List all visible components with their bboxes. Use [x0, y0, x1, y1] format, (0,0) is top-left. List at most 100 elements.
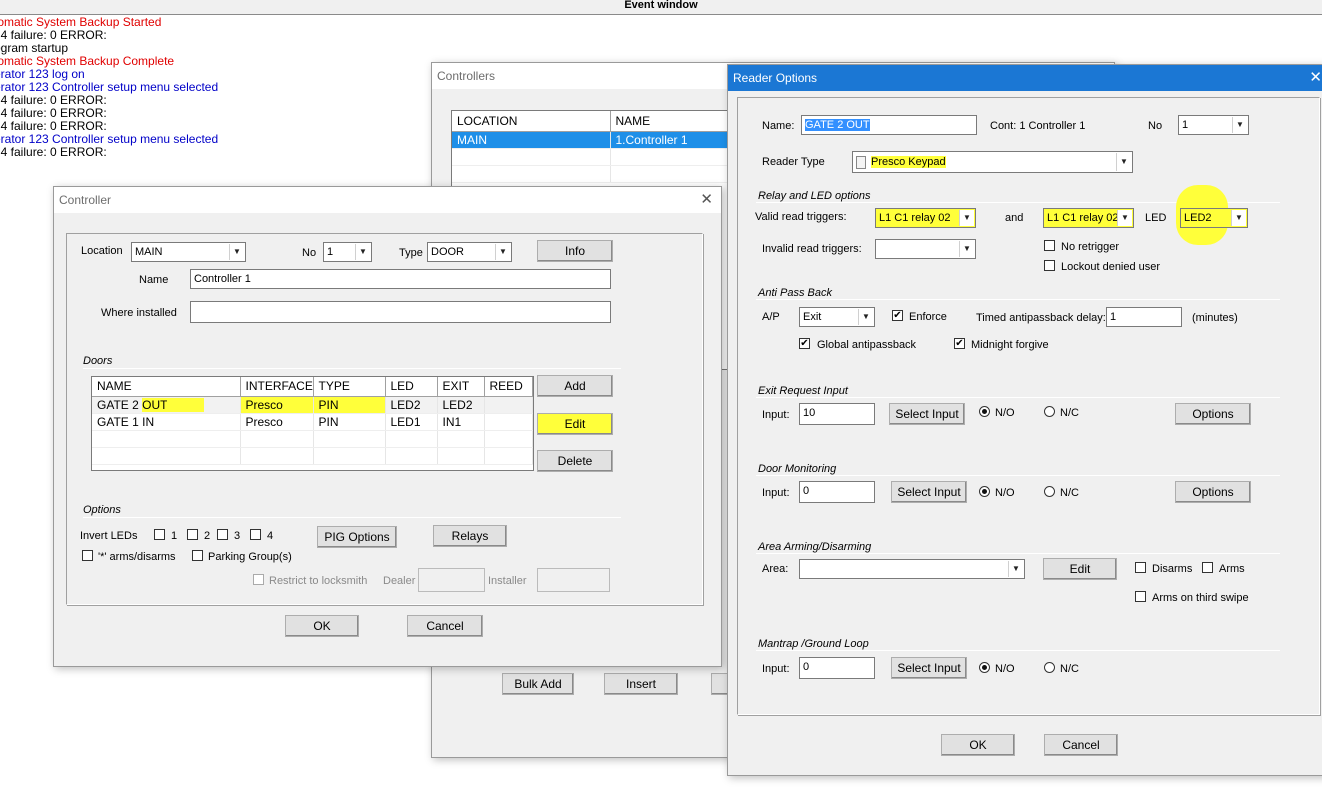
led-select[interactable]: LED2 ▼	[1180, 208, 1248, 228]
area-edit-button[interactable]: Edit	[1043, 558, 1117, 580]
table-row[interactable]: GATE 2 OUT Presco PIN LED2 LED2	[92, 396, 533, 414]
door-row-interface: Presco	[240, 396, 314, 414]
invert-led-3-checkbox[interactable]	[217, 529, 228, 540]
location-select[interactable]: MAIN ▼	[131, 242, 246, 262]
delete-button[interactable]: Delete	[537, 450, 613, 472]
exit-select-input-button[interactable]: Select Input	[889, 403, 965, 425]
doors-divider	[83, 368, 621, 369]
doors-col-exit[interactable]: EXIT	[437, 377, 485, 397]
edit-button[interactable]: Edit	[537, 413, 613, 435]
mantrap-nc-label: N/C	[1060, 663, 1079, 675]
minutes-label: (minutes)	[1192, 312, 1238, 324]
chevron-down-icon: ▼	[959, 241, 974, 257]
mantrap-nc-radio[interactable]	[1044, 662, 1055, 673]
door-input-field[interactable]: 0	[799, 481, 875, 503]
valid-triggers-label: Valid read triggers:	[755, 211, 847, 223]
doors-col-name[interactable]: NAME	[92, 377, 241, 397]
exit-options-button[interactable]: Options	[1175, 403, 1251, 425]
enforce-checkbox[interactable]: ✔	[892, 310, 903, 321]
exit-no-label: N/O	[995, 407, 1015, 419]
and-triggers-select[interactable]: L1 C1 relay 02 ▼	[1043, 208, 1134, 228]
insert-button[interactable]: Insert	[604, 673, 678, 695]
exit-nc-radio[interactable]	[1044, 406, 1055, 417]
pig-options-button[interactable]: PIG Options	[317, 526, 397, 548]
controller-cancel-button[interactable]: Cancel	[407, 615, 483, 637]
add-button[interactable]: Add	[537, 375, 613, 397]
invert-led-4-checkbox[interactable]	[250, 529, 261, 540]
door-nc-radio[interactable]	[1044, 486, 1055, 497]
reader-name-field[interactable]: GATE 2 OUT	[801, 115, 977, 135]
door-row-reed	[484, 413, 533, 431]
led-label: LED	[1145, 212, 1167, 224]
no-retrigger-checkbox[interactable]	[1044, 240, 1055, 251]
lockout-label: Lockout denied user	[1061, 261, 1161, 273]
controller-dialog: Controller ✕ Location MAIN ▼ No 1 ▼ Type D…	[53, 186, 722, 667]
close-icon[interactable]: ✕	[700, 187, 713, 213]
reader-no-select[interactable]: 1 ▼	[1178, 115, 1249, 135]
exit-no-radio[interactable]	[979, 406, 990, 417]
log-line: : 4 failure: 0 ERROR:	[0, 146, 107, 159]
door-monitoring-section-title: Door Monitoring	[758, 463, 837, 475]
mantrap-no-radio[interactable]	[979, 662, 990, 673]
mantrap-input-field[interactable]: 0	[799, 657, 875, 679]
area-divider	[756, 553, 1280, 554]
reader-no-value: 1	[1182, 119, 1189, 131]
door-options-button[interactable]: Options	[1175, 481, 1251, 503]
doors-col-reed[interactable]: REED	[484, 377, 533, 397]
controllers-col-location[interactable]: LOCATION	[452, 111, 611, 132]
dealer-field[interactable]	[418, 568, 485, 592]
reader-cancel-button[interactable]: Cancel	[1044, 734, 1118, 756]
arms-disarms-checkbox[interactable]	[82, 550, 93, 561]
restrict-locksmith-checkbox[interactable]	[253, 574, 264, 585]
timed-apb-field[interactable]: 1	[1106, 307, 1182, 327]
reader-ok-button[interactable]: OK	[941, 734, 1015, 756]
door-monitoring-divider	[756, 475, 1280, 476]
global-apb-checkbox[interactable]: ✔	[799, 338, 810, 349]
table-row[interactable]: MAIN 1.Controller 1	[452, 131, 750, 149]
type-select[interactable]: DOOR ▼	[427, 242, 512, 262]
where-installed-field[interactable]	[190, 301, 611, 323]
doors-table: NAME INTERFACE TYPE LED EXIT REED GATE 2…	[91, 376, 534, 471]
controller-ok-button[interactable]: OK	[285, 615, 359, 637]
doors-col-interface[interactable]: INTERFACE	[240, 377, 314, 397]
name-field[interactable]: Controller 1	[190, 269, 611, 289]
reader-type-select[interactable]: Presco Keypad ▼	[852, 151, 1133, 173]
door-no-radio[interactable]	[979, 486, 990, 497]
invert-led-1-checkbox[interactable]	[154, 529, 165, 540]
mantrap-input-label: Input:	[762, 663, 790, 675]
valid-triggers-select[interactable]: L1 C1 relay 02 ▼	[875, 208, 976, 228]
installer-field[interactable]	[537, 568, 610, 592]
door-input-label: Input:	[762, 487, 790, 499]
door-row-exit: IN1	[437, 413, 485, 431]
mantrap-select-input-button[interactable]: Select Input	[891, 657, 967, 679]
doors-col-type[interactable]: TYPE	[313, 377, 386, 397]
lockout-checkbox[interactable]	[1044, 260, 1055, 271]
table-row[interactable]: GATE 1 IN Presco PIN LED1 IN1	[92, 413, 533, 431]
invert-led-2-checkbox[interactable]	[187, 529, 198, 540]
door-row-interface: Presco	[240, 413, 314, 431]
midnight-forgive-checkbox[interactable]: ✔	[954, 338, 965, 349]
reader-options-dialog: Reader Options ✕ Name: GATE 2 OUT Cont: …	[727, 64, 1322, 776]
exit-input-field[interactable]: 10	[799, 403, 875, 425]
doors-col-led[interactable]: LED	[385, 377, 438, 397]
valid-triggers-value: L1 C1 relay 02	[879, 212, 951, 224]
bulk-add-button[interactable]: Bulk Add	[502, 673, 574, 695]
relays-button[interactable]: Relays	[433, 525, 507, 547]
disarms-checkbox[interactable]	[1135, 562, 1146, 573]
door-row-led: LED2	[385, 396, 438, 414]
chevron-down-icon: ▼	[858, 309, 873, 325]
no-select[interactable]: 1 ▼	[323, 242, 372, 262]
name-label: Name	[139, 274, 169, 286]
invalid-triggers-select[interactable]: ▼	[875, 239, 976, 259]
reader-name-value: GATE 2 OUT	[805, 119, 870, 131]
parking-group-checkbox[interactable]	[192, 550, 203, 561]
arms-checkbox[interactable]	[1202, 562, 1213, 573]
ap-select[interactable]: Exit ▼	[799, 307, 875, 327]
info-button[interactable]: Info	[537, 240, 613, 262]
close-icon[interactable]: ✕	[1309, 65, 1322, 91]
door-select-input-button[interactable]: Select Input	[891, 481, 967, 503]
arms-third-swipe-checkbox[interactable]	[1135, 591, 1146, 602]
area-select[interactable]: ▼	[799, 559, 1025, 579]
log-line: : 4 failure: 0 ERROR:	[0, 29, 107, 42]
door-row-name: GATE 2 OUT	[92, 396, 241, 414]
